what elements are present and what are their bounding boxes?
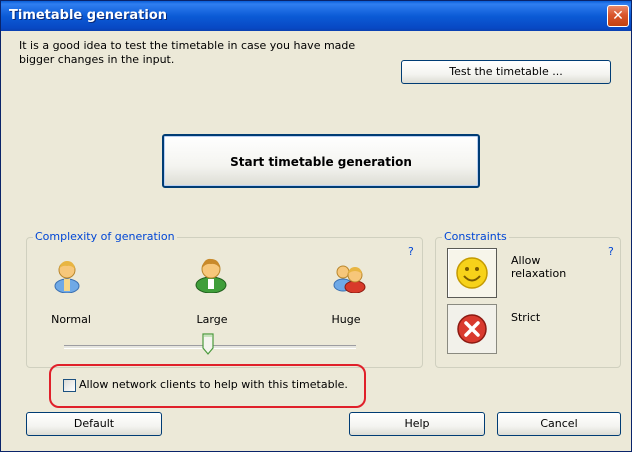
error-stop-icon bbox=[457, 314, 487, 344]
strict-label: Strict bbox=[511, 311, 541, 324]
large-user-icon[interactable] bbox=[194, 257, 228, 293]
start-generation-button[interactable]: Start timetable generation bbox=[162, 134, 480, 188]
network-clients-checkbox[interactable] bbox=[63, 379, 76, 392]
default-button[interactable]: Default bbox=[26, 412, 162, 436]
info-text: It is a good idea to test the timetable … bbox=[19, 39, 356, 66]
normal-user-icon[interactable] bbox=[52, 259, 82, 293]
level-label-normal: Normal bbox=[51, 313, 91, 326]
network-clients-label[interactable]: Allow network clients to help with this … bbox=[79, 378, 348, 391]
level-label-large: Large bbox=[196, 313, 228, 326]
smiley-icon bbox=[456, 257, 488, 289]
window-title: Timetable generation bbox=[9, 8, 168, 23]
cancel-button[interactable]: Cancel bbox=[497, 412, 621, 436]
dialog-window: Timetable generation ✕ It is a good idea… bbox=[0, 0, 632, 452]
level-label-huge: Huge bbox=[331, 313, 361, 326]
allow-relaxation-button[interactable] bbox=[447, 248, 497, 298]
allow-relaxation-label: Allow relaxation bbox=[511, 254, 567, 280]
test-timetable-button[interactable]: Test the timetable ... bbox=[401, 60, 611, 84]
huge-users-icon[interactable] bbox=[332, 261, 366, 293]
strict-button[interactable] bbox=[447, 304, 497, 354]
close-button[interactable]: ✕ bbox=[607, 5, 629, 27]
constraints-legend: Constraints bbox=[442, 230, 509, 243]
complexity-legend: Complexity of generation bbox=[33, 230, 177, 243]
constraints-help-icon[interactable]: ? bbox=[608, 245, 614, 258]
close-icon: ✕ bbox=[612, 8, 624, 24]
title-bar[interactable]: Timetable generation ✕ bbox=[1, 1, 631, 31]
complexity-help-icon[interactable]: ? bbox=[408, 245, 414, 258]
complexity-slider-thumb[interactable] bbox=[202, 333, 214, 355]
help-button[interactable]: Help bbox=[349, 412, 485, 436]
